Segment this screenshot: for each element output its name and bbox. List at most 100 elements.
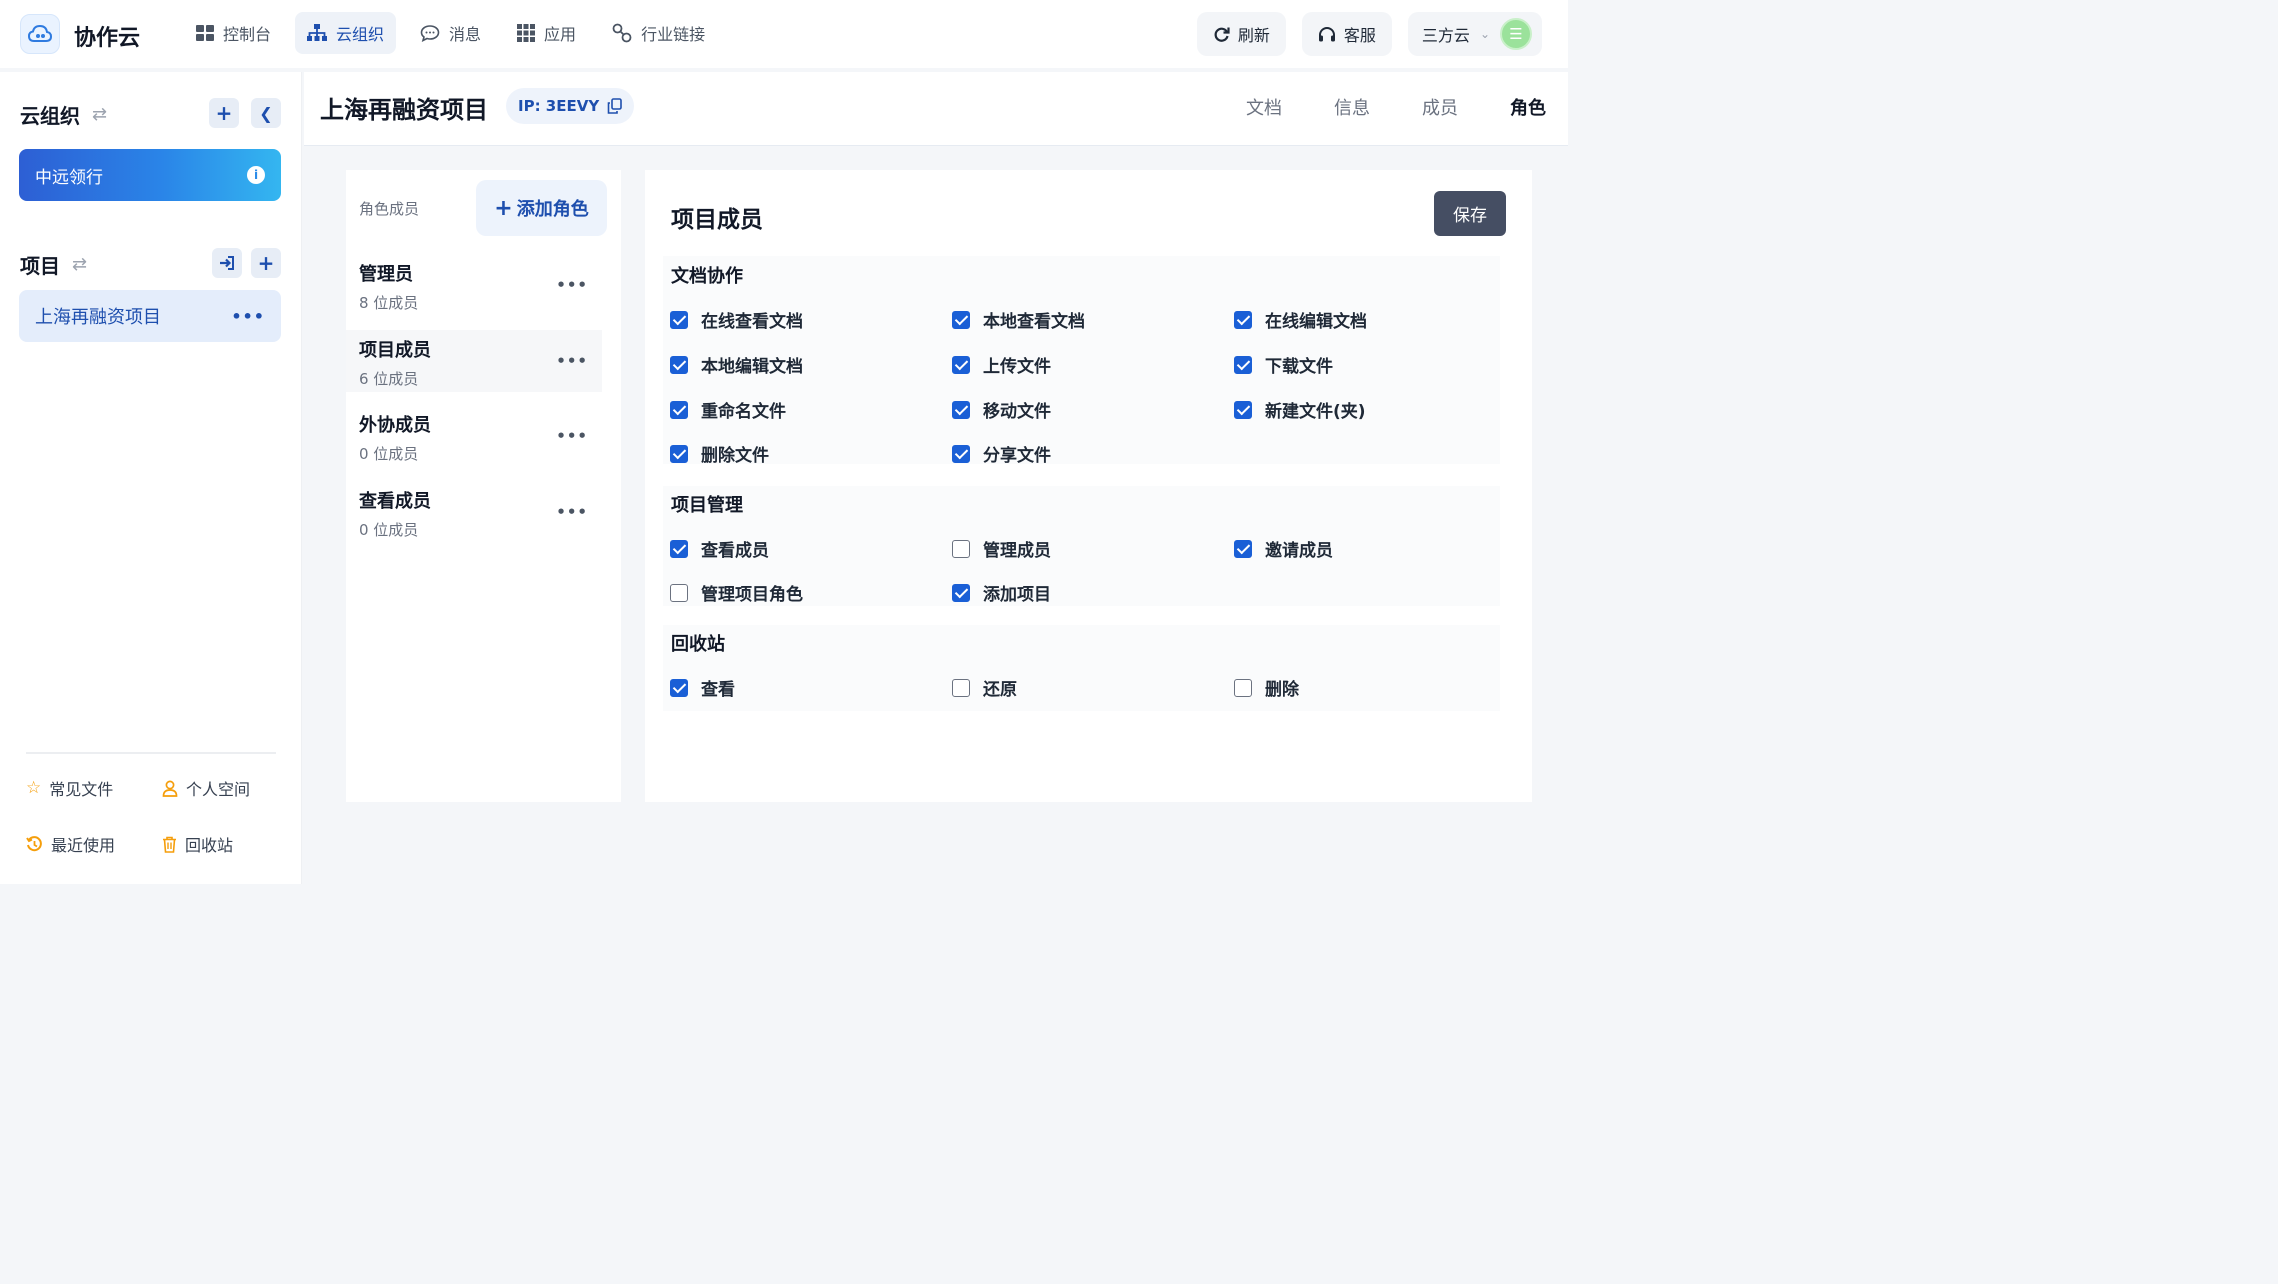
checkbox[interactable] (670, 355, 688, 374)
perm-label: 管理项目角色 (701, 585, 803, 605)
copy-icon[interactable] (607, 98, 623, 114)
add-role-label: 添加角色 (516, 199, 589, 220)
more-dots-icon[interactable]: ••• (556, 352, 588, 370)
role-item-viewer-member[interactable]: 查看成员 0 位成员 ••• (346, 481, 602, 543)
checkbox[interactable] (952, 310, 970, 329)
nav-cloud-org-label: 云组织 (336, 25, 385, 44)
quick-link-recent[interactable]: 最近使用 (26, 832, 115, 856)
perm-manage-project-roles[interactable]: 管理项目角色 (670, 580, 803, 605)
nav-industry-links[interactable]: 行业链接 (600, 12, 717, 54)
org-card[interactable]: 中远领行 i (19, 149, 281, 201)
perm-upload-files[interactable]: 上传文件 (952, 352, 1051, 377)
checkbox[interactable] (670, 678, 688, 697)
checkbox[interactable] (1234, 400, 1252, 419)
cloud-logo-icon[interactable] (20, 14, 60, 54)
perm-bin-view[interactable]: 查看 (670, 675, 735, 700)
checkbox[interactable] (1234, 678, 1252, 697)
perm-add-project[interactable]: 添加项目 (952, 580, 1051, 605)
checkbox[interactable] (952, 678, 970, 697)
perm-move-files[interactable]: 移动文件 (952, 397, 1051, 422)
perm-view-members[interactable]: 查看成员 (670, 536, 769, 561)
role-item-admin[interactable]: 管理员 8 位成员 ••• (346, 254, 602, 316)
quick-link-common-files[interactable]: ☆ 常见文件 (26, 776, 113, 800)
role-item-external-member[interactable]: 外协成员 0 位成员 ••• (346, 405, 602, 467)
ip-badge[interactable]: IP: 3EEVY (506, 88, 635, 124)
org-tree-icon (307, 24, 328, 41)
nav-dashboard[interactable]: 控制台 (184, 12, 283, 54)
checkbox[interactable] (952, 539, 970, 558)
add-role-button[interactable]: + 添加角色 (476, 180, 607, 236)
checkbox[interactable] (952, 355, 970, 374)
quick-link-personal-space[interactable]: 个人空间 (162, 776, 250, 800)
nav-apps-label: 应用 (544, 25, 577, 44)
support-button[interactable]: 客服 (1301, 12, 1392, 56)
checkbox[interactable] (670, 400, 688, 419)
quick-link-recycle-bin[interactable]: 回收站 (162, 832, 233, 856)
tab-members[interactable]: 成员 (1422, 94, 1458, 120)
switch-arrows-icon[interactable]: ⇄ (92, 104, 107, 125)
project-header: 上海再融资项目 IP: 3EEVY 文档 信息 成员 角色 (304, 72, 1568, 146)
refresh-button[interactable]: 刷新 (1196, 12, 1286, 56)
switch-arrows-icon[interactable]: ⇄ (72, 254, 87, 275)
info-icon[interactable]: i (247, 166, 265, 184)
perm-online-view-docs[interactable]: 在线查看文档 (670, 307, 803, 332)
perm-bin-restore[interactable]: 还原 (952, 675, 1017, 700)
perm-label: 新建文件(夹) (1265, 402, 1366, 422)
more-dots-icon[interactable]: ••• (231, 307, 265, 326)
checkbox[interactable] (670, 539, 688, 558)
nav-industry-links-label: 行业链接 (641, 25, 706, 44)
perm-invite-members[interactable]: 邀请成员 (1234, 536, 1333, 561)
checkbox[interactable] (670, 310, 688, 329)
perm-manage-members[interactable]: 管理成员 (952, 536, 1051, 561)
checkbox[interactable] (670, 444, 688, 463)
more-dots-icon[interactable]: ••• (556, 276, 588, 294)
perm-local-edit-docs[interactable]: 本地编辑文档 (670, 352, 803, 377)
checkbox[interactable] (1234, 539, 1252, 558)
role-item-project-member[interactable]: 项目成员 6 位成员 ••• (346, 330, 602, 392)
checkbox[interactable] (952, 583, 970, 602)
avatar[interactable]: ☰ (1500, 18, 1532, 50)
checkbox[interactable] (952, 444, 970, 463)
chevron-down-icon: ⌄ (1479, 27, 1490, 41)
more-dots-icon[interactable]: ••• (556, 503, 588, 521)
perm-label: 管理成员 (983, 541, 1051, 561)
add-org-button[interactable]: + (209, 98, 239, 128)
perm-online-edit-docs[interactable]: 在线编辑文档 (1234, 307, 1367, 332)
nav-apps[interactable]: 应用 (505, 12, 588, 54)
nav-dashboard-label: 控制台 (223, 25, 272, 44)
perm-download-files[interactable]: 下载文件 (1234, 352, 1333, 377)
nav-cloud-org[interactable]: 云组织 (295, 12, 397, 54)
plus-icon: + (494, 195, 513, 221)
tab-roles[interactable]: 角色 (1510, 94, 1546, 120)
checkbox[interactable] (1234, 355, 1252, 374)
support-label: 客服 (1343, 26, 1376, 45)
perm-label: 在线查看文档 (701, 312, 803, 332)
account-menu[interactable]: 三方云 ⌄ ☰ (1407, 12, 1542, 56)
role-count: 6 位成员 (359, 370, 419, 388)
save-button[interactable]: 保存 (1434, 191, 1506, 236)
collapse-sidebar-button[interactable]: ❮ (251, 98, 281, 128)
perm-bin-delete[interactable]: 删除 (1234, 675, 1299, 700)
project-item[interactable]: 上海再融资项目 ••• (19, 290, 281, 342)
checkbox[interactable] (952, 400, 970, 419)
nav-messages[interactable]: 消息 (408, 12, 493, 54)
perm-label: 本地编辑文档 (701, 357, 803, 377)
more-dots-icon[interactable]: ••• (556, 427, 588, 445)
top-bar: 协作云 控制台 云组织 消息 应用 行业链接 刷新 客服 三方云 ⌄ ☰ (0, 0, 1568, 68)
checkbox[interactable] (1234, 310, 1252, 329)
tab-info[interactable]: 信息 (1334, 94, 1370, 120)
perm-label: 查看 (701, 680, 735, 700)
perm-label: 分享文件 (983, 446, 1051, 466)
perm-rename-files[interactable]: 重命名文件 (670, 397, 786, 422)
project-heading: 项目 (20, 254, 60, 278)
add-project-button[interactable]: + (251, 248, 281, 278)
main-nav: 控制台 云组织 消息 应用 行业链接 (184, 12, 717, 54)
perm-share-files[interactable]: 分享文件 (952, 441, 1051, 466)
join-project-button[interactable] (212, 248, 242, 278)
perm-new-file-folder[interactable]: 新建文件(夹) (1234, 397, 1366, 422)
chevron-left-icon: ❮ (259, 103, 273, 123)
perm-local-view-docs[interactable]: 本地查看文档 (952, 307, 1085, 332)
checkbox[interactable] (670, 583, 688, 602)
perm-delete-files[interactable]: 删除文件 (670, 441, 769, 466)
tab-documents[interactable]: 文档 (1246, 94, 1282, 120)
